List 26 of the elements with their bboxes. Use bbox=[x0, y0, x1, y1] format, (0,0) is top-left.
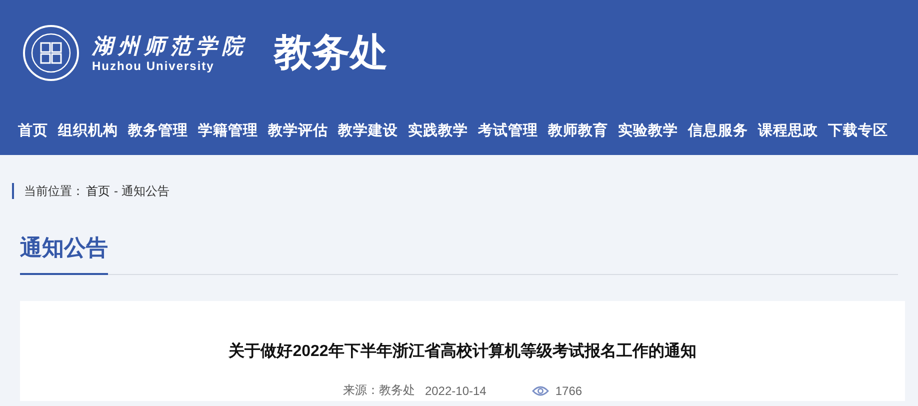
eye-icon bbox=[532, 384, 550, 396]
breadcrumb-label: 当前位置： bbox=[24, 182, 84, 200]
breadcrumb-current: - 通知公告 bbox=[114, 182, 170, 200]
view-count: 1766 bbox=[555, 384, 582, 398]
university-name: 湖州师范学院 bbox=[92, 32, 248, 58]
nav-link[interactable]: 首页 bbox=[18, 120, 48, 140]
nav-link[interactable]: 信息服务 bbox=[688, 120, 748, 140]
nav-link[interactable]: 实验教学 bbox=[618, 120, 678, 140]
nav-link[interactable]: 教师教育 bbox=[548, 120, 608, 140]
nav-link[interactable]: 课程思政 bbox=[758, 120, 818, 140]
nav-link[interactable]: 考试管理 bbox=[478, 120, 538, 140]
site-title: 教务处 bbox=[274, 31, 388, 76]
university-subtitle: Huzhou University bbox=[92, 58, 214, 72]
nav-link[interactable]: 下载专区 bbox=[828, 120, 888, 140]
nav-link[interactable]: 教学评估 bbox=[268, 120, 328, 140]
article-title: 关于做好2022年下半年浙江省高校计算机等级考试报名工作的通知 bbox=[228, 341, 696, 362]
nav-link[interactable]: 组织机构 bbox=[58, 120, 118, 140]
nav-link[interactable]: 实践教学 bbox=[408, 120, 468, 140]
nav-link[interactable]: 学籍管理 bbox=[198, 120, 258, 140]
section-title: 通知公告 bbox=[20, 233, 108, 275]
article-source: 来源：教务处 bbox=[342, 382, 415, 399]
university-seal-icon bbox=[22, 24, 80, 82]
nav-link[interactable]: 教学建设 bbox=[338, 120, 398, 140]
article-date: 2022-10-14 bbox=[424, 384, 486, 398]
breadcrumb-home-link[interactable]: 首页 bbox=[86, 182, 110, 200]
nav-link[interactable]: 教务管理 bbox=[128, 120, 188, 140]
